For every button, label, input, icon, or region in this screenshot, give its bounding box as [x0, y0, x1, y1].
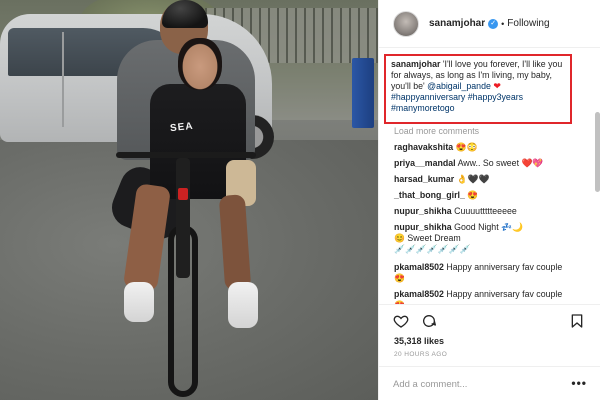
bicycle-frame [176, 158, 190, 278]
comment-emoji-line: 💉💉💉💉💉💉💉 [394, 244, 471, 254]
comment-text: Happy anniversary fav couple [446, 262, 563, 272]
comment-input[interactable] [393, 376, 553, 392]
add-comment-bar: ••• [379, 366, 600, 400]
comment-text: Happy anniversary fav couple [446, 289, 563, 299]
comment-username[interactable]: pkamal8502 [394, 262, 444, 272]
caption-username[interactable]: sanamjohar [391, 59, 440, 69]
left-shoe [124, 282, 154, 322]
more-options-icon[interactable]: ••• [571, 376, 587, 390]
separator-dot: • [501, 18, 505, 29]
comment-username[interactable]: priya__mandal [394, 158, 456, 168]
caption-highlight: sanamjohar 'I'll love you forever, I'll … [384, 54, 572, 124]
comment-row: pkamal8502 Happy anniversary fav couple … [394, 289, 584, 304]
bicycle-reflector [178, 188, 188, 200]
caption-mention[interactable]: @abigail_pande [427, 81, 491, 91]
comment-text: 😍 [467, 190, 479, 200]
bookmark-icon[interactable] [569, 313, 585, 329]
comments-list[interactable]: sanamjohar 'I'll love you forever, I'll … [379, 52, 600, 304]
comment-text: Cuuuuttttteeeee [454, 206, 517, 216]
bicycle-handlebar [116, 152, 256, 158]
comment-username[interactable]: raghavakshita [394, 142, 453, 152]
comment-icon[interactable] [421, 313, 437, 329]
comment-row: priya__mandal Aww.. So sweet ❤️💖 [394, 158, 584, 169]
comment-text-continued: 😊 Sweet Dream [394, 233, 461, 243]
heart-icon[interactable] [393, 313, 409, 329]
header-username[interactable]: sanamjohar [429, 18, 485, 29]
post-timestamp: 20 HOURS AGO [394, 351, 448, 358]
post-photo[interactable]: SEA [0, 0, 378, 400]
comment-username[interactable]: _that_bong_girl_ [394, 190, 465, 200]
red-heart-icon: ❤ [493, 81, 501, 91]
caption-hashtags[interactable]: #happyanniversary #happy3years #manymore… [391, 92, 523, 113]
woman-head [178, 38, 222, 90]
comment-row: nupur_shikha Good Night 💤🌙 😊 Sweet Dream… [394, 222, 584, 255]
comment-row: _that_bong_girl_ 😍 [394, 190, 584, 201]
verified-badge-icon: ✓ [488, 18, 499, 29]
comment-row: harsad_kumar 👌🖤🖤 [394, 174, 584, 185]
blue-bin [352, 58, 374, 128]
comment-username[interactable]: harsad_kumar [394, 174, 454, 184]
comment-row: nupur_shikha Cuuuuttttteeeee [394, 206, 584, 217]
comment-text: Aww.. So sweet ❤️💖 [457, 158, 544, 168]
comment-text: 👌🖤🖤 [456, 174, 490, 184]
load-more-comments[interactable]: Load more comments [394, 126, 479, 136]
likes-count[interactable]: 35,318 likes [394, 336, 444, 346]
comment-emoji-line: 😍 [394, 273, 405, 283]
comment-row: raghavakshita 😍😳 [394, 142, 584, 153]
following-button[interactable]: Following [507, 18, 549, 29]
car-door-line [62, 32, 64, 127]
comments-scrollbar[interactable] [595, 112, 600, 192]
right-shoe [228, 282, 258, 328]
comment-row: pkamal8502 Happy anniversary fav couple … [394, 262, 584, 284]
post-side-panel: sanamjohar ✓ • Following sanamjohar 'I'l… [378, 0, 600, 400]
avatar[interactable] [393, 10, 419, 37]
comment-username[interactable]: pkamal8502 [394, 289, 444, 299]
action-bar [379, 304, 600, 338]
comment-text: Good Night 💤🌙 [454, 222, 523, 232]
comment-text: 😍😳 [455, 142, 478, 152]
post-header: sanamjohar ✓ • Following [379, 0, 600, 48]
comment-username[interactable]: nupur_shikha [394, 206, 452, 216]
comment-username[interactable]: nupur_shikha [394, 222, 452, 232]
